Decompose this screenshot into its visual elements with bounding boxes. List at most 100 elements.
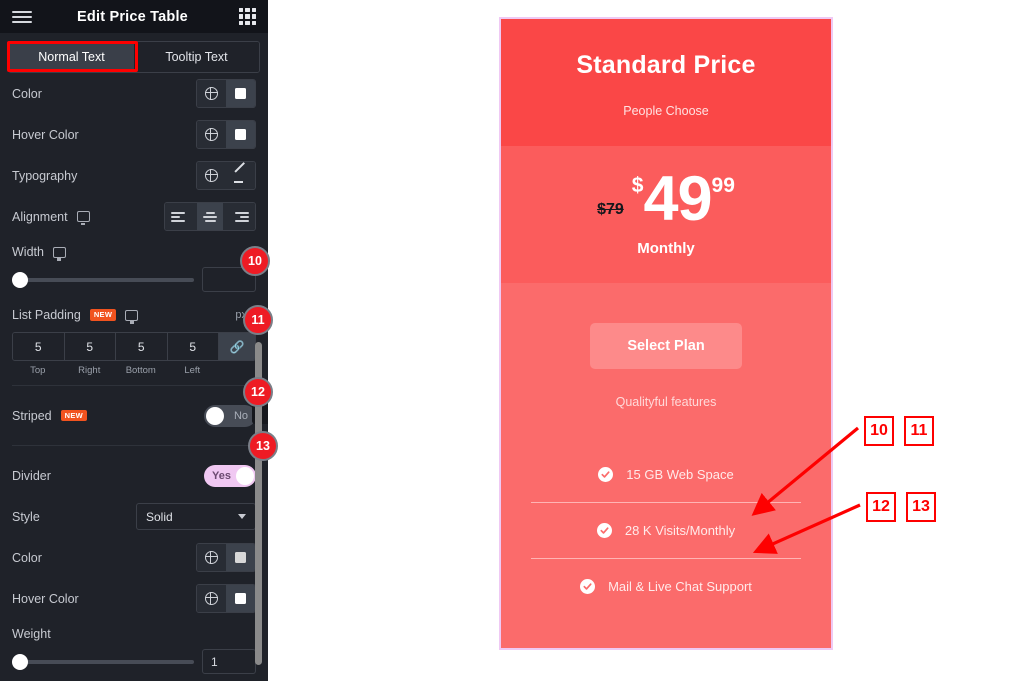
pencil-edit-icon[interactable] (226, 162, 255, 189)
divider-toggle[interactable]: Yes (204, 464, 256, 487)
weight-slider-track[interactable] (12, 659, 194, 664)
panel-title: Edit Price Table (77, 8, 188, 25)
align-left-button[interactable] (165, 203, 197, 230)
width-slider-knob[interactable] (12, 271, 28, 288)
globe-icon-divider-hover-color[interactable] (197, 585, 226, 612)
padding-labels: Top Right Bottom Left (12, 361, 256, 376)
desktop-monitor-icon[interactable] (76, 211, 90, 225)
row-style: Style Solid (12, 496, 256, 537)
features-list: 15 GB Web Space 28 K Visits/Monthly Mail… (501, 409, 831, 600)
divider-color-swatch-button[interactable] (226, 544, 255, 571)
annotation-circle-12: 12 (243, 377, 273, 407)
section-divider-2 (12, 445, 256, 446)
globe-icon-typography[interactable] (197, 162, 226, 189)
width-label: Width (12, 245, 66, 261)
divider-color-control (196, 543, 256, 572)
divider-hover-color-control (196, 584, 256, 613)
color-swatch-button[interactable] (226, 80, 255, 107)
striped-label-text: Striped (12, 408, 52, 423)
feature-text: 28 K Visits/Monthly (624, 522, 736, 538)
check-circle-icon (598, 466, 614, 482)
padding-top-input[interactable]: 5 (13, 333, 65, 360)
list-padding-label: List Padding NEW (12, 308, 139, 324)
tab-tooltip-text[interactable]: Tooltip Text (134, 42, 259, 72)
original-price: $79 (597, 200, 624, 218)
row-divider-color: Color (12, 537, 256, 578)
globe-icon-divider-color[interactable] (197, 544, 226, 571)
striped-label: Striped NEW (12, 408, 88, 423)
align-center-button[interactable] (197, 203, 223, 230)
price-period: Monthly (637, 239, 695, 257)
width-slider-track[interactable] (12, 277, 194, 282)
annotation-box-10: 10 (864, 416, 894, 446)
price-table-preview: Standard Price People Choose $79 $ 49 99… (499, 17, 833, 650)
annotation-box-12: 12 (866, 492, 896, 522)
divider-hover-color-swatch-button[interactable] (226, 585, 255, 612)
row-weight: Weight (12, 619, 256, 649)
style-select-value: Solid (146, 509, 173, 524)
list-padding-inputs: 5 5 5 5 🔗 (12, 332, 256, 361)
align-right-button[interactable] (223, 203, 255, 230)
settings-rows: Color Hover Color Typography Alignment W… (0, 73, 268, 680)
weight-label: Weight (12, 627, 51, 641)
padding-bottom-input[interactable]: 5 (116, 333, 168, 360)
card-subtitle: People Choose (623, 104, 709, 118)
divider-color-label: Color (12, 550, 42, 565)
section-divider-1 (12, 385, 256, 386)
padding-left-input[interactable]: 5 (167, 333, 219, 360)
button-section: Select Plan Qualityful features (501, 283, 831, 409)
padding-label-bottom: Bottom (125, 365, 156, 376)
grid-apps-icon[interactable] (239, 8, 256, 25)
desktop-monitor-icon-padding[interactable] (125, 309, 139, 324)
hover-color-swatch-button[interactable] (226, 121, 255, 148)
striped-toggle[interactable]: No (204, 404, 256, 427)
padding-right-input[interactable]: 5 (64, 333, 116, 360)
tab-normal-text[interactable]: Normal Text (9, 42, 134, 72)
padding-label-left: Left (184, 365, 201, 376)
padding-label-top: Top (30, 365, 46, 376)
weight-slider[interactable] (12, 653, 194, 670)
card-title: Standard Price (576, 51, 756, 79)
annotation-circle-13: 13 (248, 431, 278, 461)
color-label: Color (12, 86, 42, 101)
alignment-label-text: Alignment (12, 209, 68, 224)
annotation-box-13: 13 (906, 492, 936, 522)
alignment-label: Alignment (12, 209, 90, 225)
list-padding-label-text: List Padding (12, 308, 81, 322)
tabs: Normal Text Tooltip Text (8, 41, 260, 73)
card-header: Standard Price People Choose (501, 19, 831, 146)
globe-icon-color[interactable] (197, 80, 226, 107)
annotation-circle-11: 11 (243, 305, 273, 335)
button-note: Qualityful features (615, 394, 717, 409)
check-circle-icon (596, 522, 612, 538)
style-select[interactable]: Solid (136, 503, 256, 530)
link-chain-icon[interactable]: 🔗 (219, 333, 255, 360)
annotation-circle-10: 10 (240, 246, 270, 276)
annotation-box-11: 11 (904, 416, 934, 446)
price-decimals: 99 (711, 174, 735, 197)
divider-hover-color-label: Hover Color (12, 591, 79, 606)
divider-toggle-value: Yes (212, 469, 231, 482)
row-typography: Typography (12, 155, 256, 196)
width-slider[interactable] (12, 271, 194, 288)
row-alignment: Alignment (12, 196, 256, 237)
alignment-control (164, 202, 256, 231)
price-value: 49 (643, 164, 712, 234)
panel-header: Edit Price Table (0, 0, 268, 33)
divider-toggle-knob (236, 466, 254, 485)
select-plan-button[interactable]: Select Plan (590, 322, 742, 369)
new-badge-striped: NEW (60, 409, 88, 422)
hover-color-control (196, 120, 256, 149)
weight-input[interactable]: 1 (202, 649, 256, 674)
desktop-monitor-icon-width[interactable] (52, 246, 66, 261)
currency-symbol: $ (631, 174, 644, 197)
globe-icon-hover-color[interactable] (197, 121, 226, 148)
typography-label: Typography (12, 168, 78, 183)
divider-label: Divider (12, 468, 51, 483)
row-divider: Divider Yes (12, 455, 256, 496)
color-control (196, 79, 256, 108)
row-divider-hover-color: Hover Color (12, 578, 256, 619)
weight-slider-knob[interactable] (12, 653, 28, 670)
typography-control (196, 161, 256, 190)
feature-text: 15 GB Web Space (626, 466, 734, 482)
